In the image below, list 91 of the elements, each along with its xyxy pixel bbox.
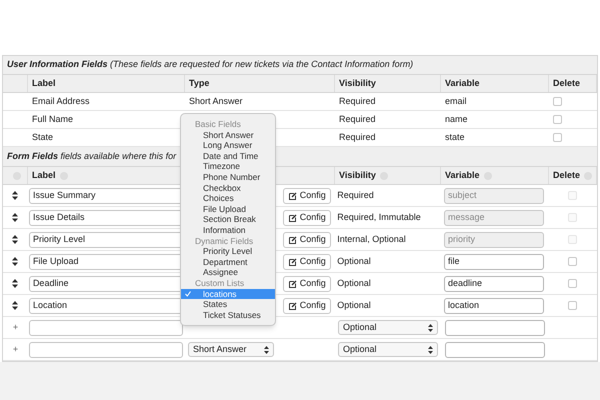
table-cell-text: Short Answer: [189, 94, 243, 108]
sort-handle-icon[interactable]: [12, 279, 18, 288]
menu-item[interactable]: Information: [181, 224, 275, 236]
edit-icon: [288, 280, 297, 288]
menu-item[interactable]: Ticket Statuses: [181, 310, 275, 320]
label-field[interactable]: File Upload: [28, 254, 183, 270]
label-field[interactable]: Deadline: [28, 276, 183, 292]
edit-icon: [288, 302, 297, 310]
column-header: Delete: [553, 168, 580, 182]
delete-checkbox[interactable]: [553, 115, 562, 124]
variable-field[interactable]: [445, 320, 545, 336]
delete-checkbox[interactable]: [568, 279, 577, 288]
label-field[interactable]: Issue Details: [28, 210, 183, 226]
label-field[interactable]: Priority Level: [28, 232, 183, 248]
config-button[interactable]: Config: [283, 298, 332, 314]
column-header: Label: [32, 76, 56, 90]
visibility-select[interactable]: Optional: [338, 320, 438, 335]
delete-checkbox[interactable]: [553, 97, 562, 106]
menu-item[interactable]: Choices: [181, 193, 275, 204]
checkmark-icon: [185, 290, 191, 296]
table-cell-text: name: [445, 112, 468, 126]
menu-item[interactable]: Priority Level: [181, 246, 275, 257]
menu-group-label: Dynamic Fields: [194, 236, 254, 246]
table-cell-text: Internal, Optional: [337, 232, 406, 246]
config-button[interactable]: Config: [283, 254, 332, 270]
column-header: Label: [32, 168, 56, 182]
sort-handle-icon[interactable]: [12, 235, 18, 244]
config-button[interactable]: Config: [283, 210, 332, 226]
table-cell-text: Required: [339, 94, 376, 108]
delete-checkbox[interactable]: [553, 133, 562, 142]
column-header: Type: [189, 76, 210, 90]
table-cell-text: Required: [337, 188, 374, 202]
table-cell-text: state: [445, 130, 465, 144]
sort-handle-icon[interactable]: [12, 257, 18, 266]
variable-field[interactable]: deadline: [444, 276, 544, 292]
column-header: Visibility: [339, 168, 376, 182]
column-header: Delete: [553, 76, 580, 90]
config-button[interactable]: Config: [283, 188, 332, 204]
menu-item[interactable]: Department: [181, 256, 275, 268]
menu-item[interactable]: Timezone: [181, 161, 275, 172]
variable-field[interactable]: file: [444, 254, 544, 270]
menu-item[interactable]: Phone Number: [181, 172, 275, 183]
section-title: User Information Fields (These fields are requested for new tickets via the Contact Information form): [7, 58, 414, 72]
config-button[interactable]: Config: [283, 232, 332, 248]
select-caret-icon: [264, 346, 269, 354]
sort-handle-icon[interactable]: [12, 213, 18, 222]
menu-group-label: Custom Lists: [194, 278, 246, 288]
section-title: Form Fields fields available where this for: [7, 150, 176, 163]
table-cell-text: Required: [339, 112, 376, 126]
menu-item[interactable]: Assignee: [181, 267, 275, 278]
add-symbol: +: [12, 342, 18, 356]
delete-checkbox[interactable]: [568, 257, 577, 266]
column-header: Visibility: [339, 76, 376, 90]
edit-icon: [288, 236, 297, 244]
label-field[interactable]: Issue Summary: [28, 188, 183, 204]
menu-item[interactable]: File Upload: [181, 204, 275, 214]
menu-item[interactable]: Short Answer: [181, 130, 275, 140]
menu-group-label: Basic Fields: [194, 119, 242, 130]
visibility-select[interactable]: Optional: [338, 342, 438, 357]
menu-item[interactable]: Section Break: [181, 214, 275, 225]
table-cell-text: Required, Immutable: [337, 210, 421, 224]
variable-field[interactable]: location: [444, 298, 544, 314]
config-button[interactable]: Config: [283, 276, 332, 292]
label-field[interactable]: [29, 342, 183, 358]
sort-handle-icon[interactable]: [12, 191, 18, 200]
select-caret-icon: [428, 324, 433, 332]
menu-item[interactable]: States: [181, 299, 275, 310]
type-select[interactable]: Short Answer: [188, 342, 274, 357]
column-header: Variable: [445, 76, 480, 90]
table-cell-text: State: [32, 130, 54, 144]
label-field[interactable]: Location: [28, 298, 183, 314]
table-cell-text: email: [445, 94, 467, 108]
table-cell-text: Full Name: [32, 112, 74, 126]
menu-item[interactable]: Date and Time: [181, 150, 275, 162]
add-symbol: +: [12, 320, 18, 334]
edit-icon: [288, 214, 297, 222]
menu-item[interactable]: Checkbox: [181, 182, 275, 194]
menu-item[interactable]: Long Answer: [181, 140, 275, 151]
edit-icon: [288, 192, 297, 200]
table-cell-text: Email Address: [32, 94, 90, 108]
sort-handle-icon[interactable]: [12, 301, 18, 310]
column-header: Variable: [445, 168, 480, 182]
edit-icon: [288, 258, 297, 266]
delete-checkbox[interactable]: [568, 301, 577, 310]
table-cell-text: Optional: [337, 254, 371, 268]
table-cell-text: Required: [339, 130, 376, 144]
select-caret-icon: [428, 346, 433, 354]
variable-field[interactable]: [445, 342, 545, 358]
table-cell-text: Optional: [337, 298, 371, 312]
label-field[interactable]: [29, 320, 183, 336]
table-cell-text: Optional: [337, 276, 371, 290]
